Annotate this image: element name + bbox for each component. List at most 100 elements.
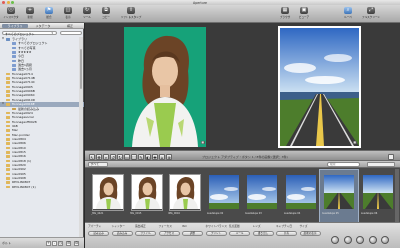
- rotate-right-button[interactable]: ↻: [117, 153, 123, 160]
- browser-scrollbar[interactable]: [395, 169, 399, 224]
- thumbnail-image: [92, 174, 124, 211]
- metadata-action-button[interactable]: 最後の表示: [299, 231, 321, 236]
- toolbar-browser-button[interactable]: ▦ ブラウザ: [276, 7, 294, 22]
- metadata-field-label: サイズ: [299, 224, 308, 228]
- road-photo[interactable]: [278, 26, 361, 148]
- action-gear-button[interactable]: ⚙: [74, 241, 79, 246]
- remove-vault-button[interactable]: -: [52, 241, 57, 246]
- library-item[interactable]: REVLIN0807 (1): [0, 185, 84, 189]
- toolbar-tools-button[interactable]: ↻ ツール: [78, 7, 96, 22]
- lift-tool-button[interactable]: ✚: [152, 153, 158, 160]
- metadata-action-button[interactable]: メール: [229, 231, 250, 236]
- browser-search-input[interactable]: 検索: [327, 162, 360, 167]
- thumbnail-cell[interactable]: _MG_4421: [89, 170, 127, 224]
- thumbnail-cell[interactable]: IMG_0015: [128, 170, 166, 224]
- toolbar-viewer-button[interactable]: ▣ ビューア: [295, 7, 313, 22]
- window-title: Aperture: [193, 0, 207, 5]
- viewer-mode-button[interactable]: [388, 153, 394, 160]
- toolbar-loupe-button[interactable]: ⌕ ルーペ: [339, 7, 357, 22]
- metadata-action-button[interactable]: 書き出し: [252, 231, 274, 236]
- folder-icon: [12, 68, 16, 71]
- metadata-field-label: フォーカス: [158, 224, 172, 228]
- folder-icon: [12, 55, 16, 58]
- folder-icon: [6, 90, 10, 93]
- move-tool-button[interactable]: ✥: [96, 153, 102, 160]
- folder-icon: [6, 120, 10, 124]
- thumbnail-cell[interactable]: IMG_0016: [166, 170, 204, 224]
- tool-strip: ↖ ✥ ⌕ ↺ ↻ ▭ ⬚ ✎ ◐ ✚ ⌂ ⊕ プロジェクト アダプティブ・ボタ…: [85, 150, 400, 161]
- folder-icon: [6, 168, 10, 171]
- folder-icon: [12, 42, 16, 45]
- viewer-badge-right: ■: [353, 141, 357, 144]
- metadata-action-button[interactable]: プリント: [205, 231, 227, 236]
- viewer-badge-left: ■: [201, 141, 205, 144]
- tab-adjustments[interactable]: 補正: [58, 24, 82, 28]
- browser-filter-select[interactable]: すべて: [88, 162, 108, 167]
- thumbnail-label: IMG_0015: [129, 212, 142, 215]
- toolbar-view-button[interactable]: ◫ 表示: [59, 7, 77, 22]
- library-tree: ▼ ライブラリ すべてのプロジェクト すべての写真 ★★★★★ 今日 昨日 過去1週間 過去1ヵ…: [0, 37, 84, 237]
- thumbnail-cell[interactable]: Guadalupe 02: [205, 170, 243, 224]
- redeye-tool-button[interactable]: ◐: [145, 153, 151, 160]
- new-item-icon: +: [26, 7, 34, 14]
- loupe-tool-button[interactable]: ⊕: [166, 153, 172, 160]
- metadata-field-label: シャッター: [111, 224, 125, 228]
- metadata-action-button[interactable]: 共有: [276, 231, 297, 236]
- list-view-button[interactable]: ☰: [66, 241, 71, 246]
- tab-library[interactable]: ライブラリ: [2, 23, 28, 29]
- portrait-photo[interactable]: [124, 27, 206, 147]
- metadata-action-button[interactable]: アクセス: [158, 231, 180, 236]
- metadata-action-button[interactable]: 読み込み: [88, 231, 109, 236]
- folder-icon: [12, 59, 16, 63]
- library-scroll-thumb[interactable]: [79, 49, 83, 89]
- road-image: [280, 28, 359, 146]
- zoom-tool-button[interactable]: ⌕: [103, 153, 109, 160]
- toolbar-stack-button[interactable]: ⚑ 統合: [40, 7, 58, 22]
- select-tool-button[interactable]: ↖: [89, 153, 95, 160]
- round-control-button[interactable]: [368, 236, 377, 244]
- folder-icon: [6, 142, 10, 145]
- selection-status-text: プロジェクト アダプティブ・ボタン 1 / 8件の画像 (選択：3件): [202, 154, 288, 159]
- round-control-button[interactable]: [343, 236, 352, 244]
- toolbar-lift-stamp-button[interactable]: ⇪ リフト＆スタンプ: [118, 7, 144, 22]
- metadata-action-button[interactable]: ファイル: [135, 231, 156, 236]
- rotate-left-button[interactable]: ↺: [110, 153, 116, 160]
- viewer-icon: ▣: [300, 7, 308, 14]
- folder-icon: [6, 159, 10, 163]
- sync-vault-button[interactable]: ◷: [58, 241, 63, 246]
- metadata-field-label: 焦点距離: [229, 224, 240, 228]
- retouch-tool-button[interactable]: ✎: [138, 153, 144, 160]
- rotate-icon: ↻: [83, 7, 91, 14]
- folder-icon: [6, 103, 10, 106]
- thumbnail-cell[interactable]: Guadalupe 05: [319, 169, 359, 225]
- round-control-button[interactable]: [381, 236, 389, 244]
- viewer: ■ ■: [85, 23, 400, 150]
- panel-tabs: ライブラリ メタデータ 補正: [0, 23, 84, 29]
- tab-metadata[interactable]: メタデータ: [30, 24, 56, 28]
- thumbnail-image: [169, 174, 201, 211]
- thumbnail-cell[interactable]: Guadalupe 03: [243, 170, 281, 224]
- round-control-button[interactable]: [356, 236, 364, 244]
- toolbar-inspector-button[interactable]: ⓘ インスペクタ: [2, 7, 20, 22]
- crop-tool-button[interactable]: ▭: [124, 153, 130, 160]
- metadata-action-button[interactable]: 調整: [182, 231, 203, 236]
- library-search-input[interactable]: [60, 30, 82, 35]
- metadata-field-label: 露出補正: [135, 224, 146, 228]
- toolbar-new-button[interactable]: + 新規: [21, 7, 39, 22]
- round-control-button[interactable]: [331, 236, 339, 244]
- project-selector[interactable]: すべてのプロジェクト: [2, 30, 57, 35]
- toolbar-fullscreen-button[interactable]: ⤢ フルスクリーン: [360, 7, 382, 22]
- folder-icon: [6, 94, 10, 98]
- folder-icon: [6, 98, 10, 102]
- straighten-tool-button[interactable]: ⬚: [131, 153, 137, 160]
- browser-view-options[interactable]: [367, 162, 395, 167]
- metadata-action-button[interactable]: 読み込み: [111, 231, 133, 236]
- toolbar-copy-button[interactable]: ⧉ コピー: [97, 7, 115, 22]
- add-vault-button[interactable]: +: [46, 241, 51, 246]
- thumbnail-cell[interactable]: Guadalupe 04: [282, 170, 320, 224]
- stamp-tool-button[interactable]: ⌂: [159, 153, 165, 160]
- folder-icon: [6, 177, 10, 180]
- thumbnail-cell[interactable]: Guadalupe 06: [359, 170, 397, 224]
- folder-icon: [6, 116, 10, 119]
- metadata-field-label: レンズ: [252, 224, 261, 228]
